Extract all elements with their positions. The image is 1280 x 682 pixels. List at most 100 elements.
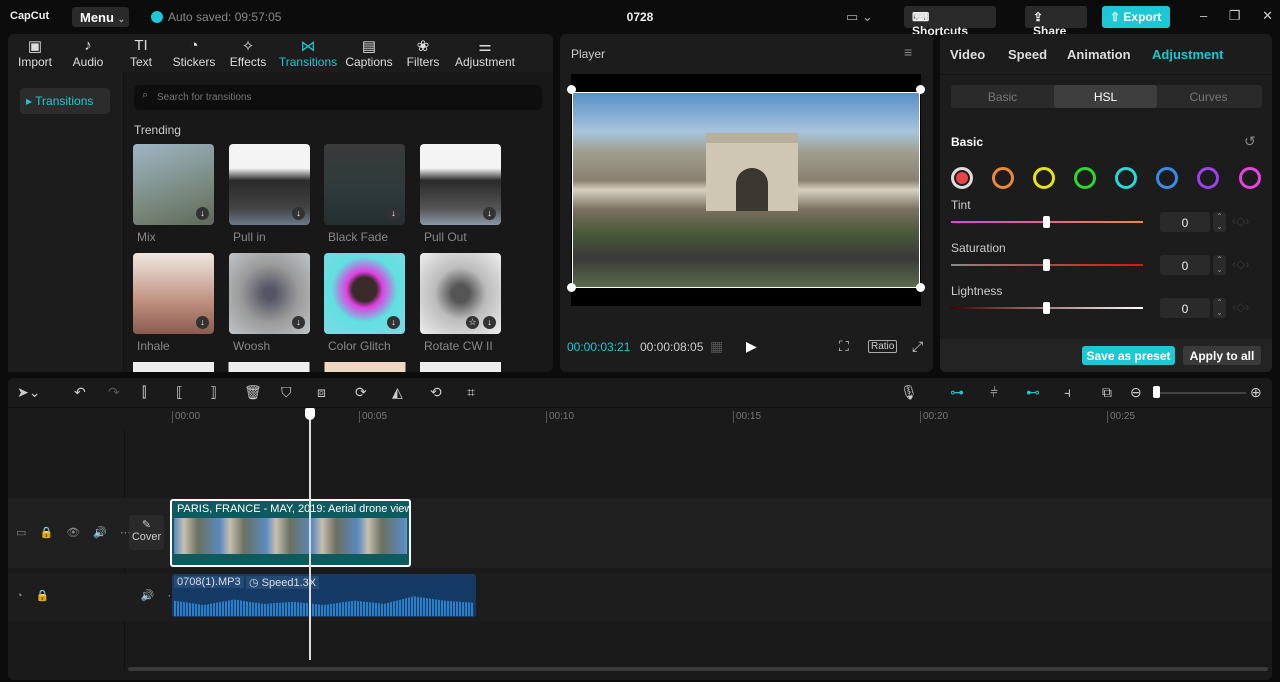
zoom-out-icon[interactable]: ⊖ (1130, 384, 1142, 401)
select-tool-icon[interactable]: ➤⌄ (17, 384, 40, 401)
tint-slider-handle[interactable] (1043, 216, 1050, 228)
video-clip[interactable]: PARIS, FRANCE - MAY, 2019: Aerial drone … (170, 499, 411, 567)
video-preview[interactable] (572, 92, 920, 288)
download-icon[interactable]: ↓ (483, 207, 496, 220)
transition-mix[interactable]: ↓ (133, 144, 214, 225)
subtab-basic[interactable]: Basic (951, 85, 1054, 108)
linkage-icon[interactable]: ⊷ (1026, 384, 1040, 401)
fit-icon[interactable]: ⧉ (1102, 384, 1112, 401)
undo-icon[interactable]: ↶ (74, 384, 86, 401)
hue-red[interactable] (951, 167, 973, 189)
main-track-magnet-icon[interactable]: ⊶ (950, 384, 964, 401)
split-left-icon[interactable]: ⟦ (176, 384, 183, 401)
download-icon[interactable]: ↓ (196, 316, 209, 329)
transition-black-fade[interactable]: ↓ (324, 144, 405, 225)
download-icon[interactable]: ↓ (387, 207, 400, 220)
fullscreen-icon[interactable]: ⤢ (912, 338, 923, 355)
shortcuts-button[interactable]: ⌨ Shortcuts (904, 6, 996, 38)
audio-track-controls[interactable]: ◔ 🔒 🔊 ⋯ (16, 589, 179, 602)
hue-purple[interactable] (1197, 167, 1219, 189)
ratio-button[interactable]: Ratio (868, 340, 898, 353)
split-right-icon[interactable]: ⟧ (210, 384, 217, 401)
tab-stickers[interactable]: ◔ Stickers (170, 37, 218, 69)
zoom-slider-handle[interactable] (1153, 386, 1160, 398)
play-button[interactable]: ▶ (746, 338, 757, 355)
playhead-handle[interactable] (305, 408, 315, 420)
transition-color-glitch[interactable]: ↓ (324, 253, 405, 334)
playhead[interactable] (309, 408, 311, 660)
tab-animation[interactable]: Animation (1067, 47, 1131, 62)
transition-woosh[interactable]: ↓ (229, 253, 310, 334)
save-as-preset-button[interactable]: Save as preset (1082, 346, 1175, 365)
tab-adjustment[interactable]: Adjustment (1152, 47, 1224, 62)
resize-handle[interactable] (916, 85, 925, 94)
video-track-controls[interactable]: ▭ 🔒 👁 🔊 ⋯ (16, 526, 131, 539)
saturation-stepper[interactable]: ⌃ ⌄ (1213, 255, 1226, 275)
tab-speed[interactable]: Speed (1008, 47, 1047, 62)
tab-transitions[interactable]: ⋈ Transitions (278, 37, 338, 69)
auto-snap-icon[interactable]: ⫩ (990, 384, 998, 401)
tab-filters[interactable]: ❀ Filters (406, 37, 440, 69)
transition-inhale[interactable]: ↓ (133, 253, 214, 334)
transition-pull-in[interactable]: ↓ (229, 144, 310, 225)
keyframe-icon[interactable]: ‹◇› (1232, 257, 1249, 271)
zoom-slider[interactable] (1156, 392, 1246, 394)
subtab-hsl[interactable]: HSL (1054, 85, 1157, 108)
apply-to-all-button[interactable]: Apply to all (1183, 346, 1261, 365)
transition-rotate-cw-ii[interactable]: ☆ ↓ (420, 253, 501, 334)
export-button[interactable]: ⇧ Export (1102, 6, 1170, 28)
freeze-icon[interactable]: ⧈ (317, 384, 326, 401)
cover-button[interactable]: ✎ Cover (129, 515, 164, 550)
tab-captions[interactable]: ▤ Captions (344, 37, 394, 69)
tint-stepper[interactable]: ⌃ ⌄ (1213, 212, 1226, 232)
layout-icon[interactable]: ▭ ⌄ (846, 9, 873, 25)
download-icon[interactable]: ↓ (292, 316, 305, 329)
reset-icon[interactable]: ↺ (1244, 133, 1256, 150)
tint-value[interactable]: 0 (1160, 212, 1210, 232)
subtab-curves[interactable]: Curves (1157, 85, 1260, 108)
resize-handle[interactable] (567, 283, 576, 292)
lightness-value[interactable]: 0 (1160, 298, 1210, 318)
menu-icon[interactable]: ≡ (904, 44, 912, 60)
audio-clip[interactable]: 0708(1).MP3 ◷ Speed1.3X (172, 574, 476, 617)
hue-yellow[interactable] (1033, 167, 1055, 189)
sidebar-item-transitions[interactable]: ▸ Transitions (20, 88, 110, 114)
download-icon[interactable]: ↓ (292, 207, 305, 220)
tab-text[interactable]: TI Text (126, 37, 156, 69)
download-icon[interactable]: ↓ (387, 316, 400, 329)
tab-adjustment[interactable]: ⚌ Adjustment (454, 37, 516, 69)
window-controls[interactable]: – ❐ ✕ (1200, 8, 1273, 24)
share-button[interactable]: ⇪ Share (1025, 6, 1087, 38)
hue-magenta[interactable] (1239, 167, 1261, 189)
lightness-slider-handle[interactable] (1043, 302, 1050, 314)
timeline-grid-icon[interactable]: ▦ (710, 338, 723, 355)
favorite-icon[interactable]: ☆ (466, 316, 479, 329)
split-icon[interactable]: ⫿ (142, 384, 146, 401)
lightness-stepper[interactable]: ⌃ ⌄ (1213, 298, 1226, 318)
download-icon[interactable]: ↓ (196, 207, 209, 220)
hue-blue[interactable] (1156, 167, 1178, 189)
resize-handle[interactable] (567, 85, 576, 94)
marker-icon[interactable]: ⛉ (281, 384, 292, 401)
rotate-icon[interactable]: ⟲ (430, 384, 442, 401)
hue-green[interactable] (1074, 167, 1096, 189)
tab-effects[interactable]: ✧ Effects (228, 37, 268, 69)
zoom-in-icon[interactable]: ⊕ (1250, 384, 1262, 401)
tab-import[interactable]: ▣ Import (16, 37, 54, 69)
keyframe-icon[interactable]: ‹◇› (1232, 300, 1249, 314)
resize-handle[interactable] (916, 283, 925, 292)
hue-orange[interactable] (992, 167, 1014, 189)
saturation-value[interactable]: 0 (1160, 255, 1210, 275)
hue-cyan[interactable] (1115, 167, 1137, 189)
crop-icon[interactable]: ⌗ (467, 384, 475, 401)
tab-video[interactable]: Video (950, 47, 985, 62)
mirror-icon[interactable]: ◭ (392, 384, 403, 401)
keyframe-icon[interactable]: ‹◇› (1232, 214, 1249, 228)
transition-pull-out[interactable]: ↓ (420, 144, 501, 225)
redo-icon[interactable]: ↷ (108, 384, 120, 401)
horizontal-scrollbar[interactable] (128, 667, 1268, 671)
tab-audio[interactable]: ♪ Audio (70, 37, 106, 69)
saturation-slider-handle[interactable] (1043, 259, 1050, 271)
search-input[interactable]: Search for transitions (134, 85, 542, 110)
delete-icon[interactable]: 🗑 (244, 384, 262, 401)
